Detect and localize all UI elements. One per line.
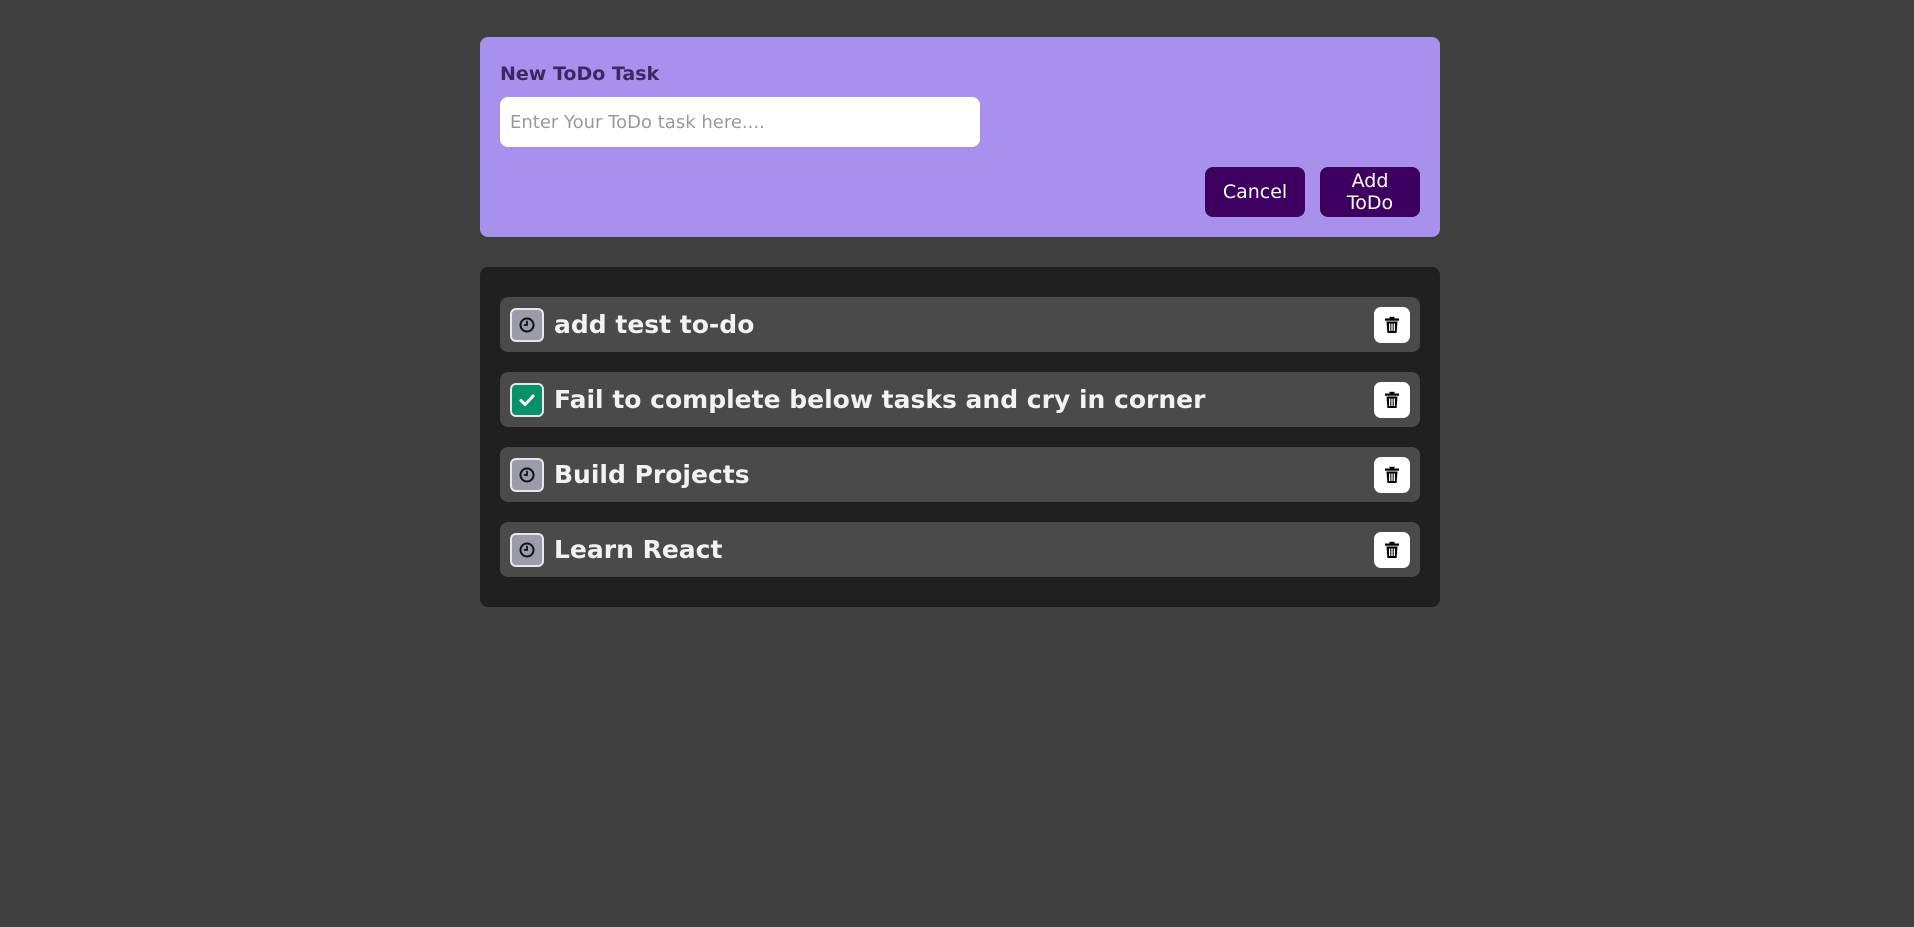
clock-icon: [519, 467, 535, 482]
app-container: New ToDo Task Cancel Add ToDo add test t…: [480, 37, 1440, 607]
clock-icon: [519, 542, 535, 557]
todo-text: Build Projects: [554, 460, 750, 489]
todo-list: add test to-do Fail to complete below ta…: [480, 267, 1440, 607]
todo-task-input[interactable]: [500, 97, 980, 147]
delete-button[interactable]: [1374, 531, 1410, 568]
new-todo-title: New ToDo Task: [500, 63, 660, 85]
delete-button[interactable]: [1374, 306, 1410, 343]
todo-text: Learn React: [554, 535, 723, 564]
clock-icon: [519, 317, 535, 332]
status-toggle[interactable]: [510, 457, 544, 492]
cancel-button[interactable]: Cancel: [1205, 167, 1305, 217]
delete-button[interactable]: [1374, 381, 1410, 418]
todo-item: Learn React: [500, 522, 1420, 577]
todo-text: add test to-do: [554, 310, 755, 339]
status-toggle[interactable]: [510, 307, 544, 342]
check-icon: [519, 394, 535, 406]
trash-icon: [1385, 466, 1399, 483]
todo-item: Build Projects: [500, 447, 1420, 502]
add-todo-button[interactable]: Add ToDo: [1320, 167, 1420, 217]
todo-item: Fail to complete below tasks and cry in …: [500, 372, 1420, 427]
status-toggle[interactable]: [510, 532, 544, 567]
todo-text: Fail to complete below tasks and cry in …: [554, 385, 1206, 414]
todo-item: add test to-do: [500, 297, 1420, 352]
trash-icon: [1385, 391, 1399, 408]
form-actions: Cancel Add ToDo: [1205, 167, 1420, 217]
delete-button[interactable]: [1374, 456, 1410, 493]
status-toggle[interactable]: [510, 382, 544, 417]
trash-icon: [1385, 316, 1399, 333]
trash-icon: [1385, 541, 1399, 558]
new-todo-form: New ToDo Task Cancel Add ToDo: [480, 37, 1440, 237]
